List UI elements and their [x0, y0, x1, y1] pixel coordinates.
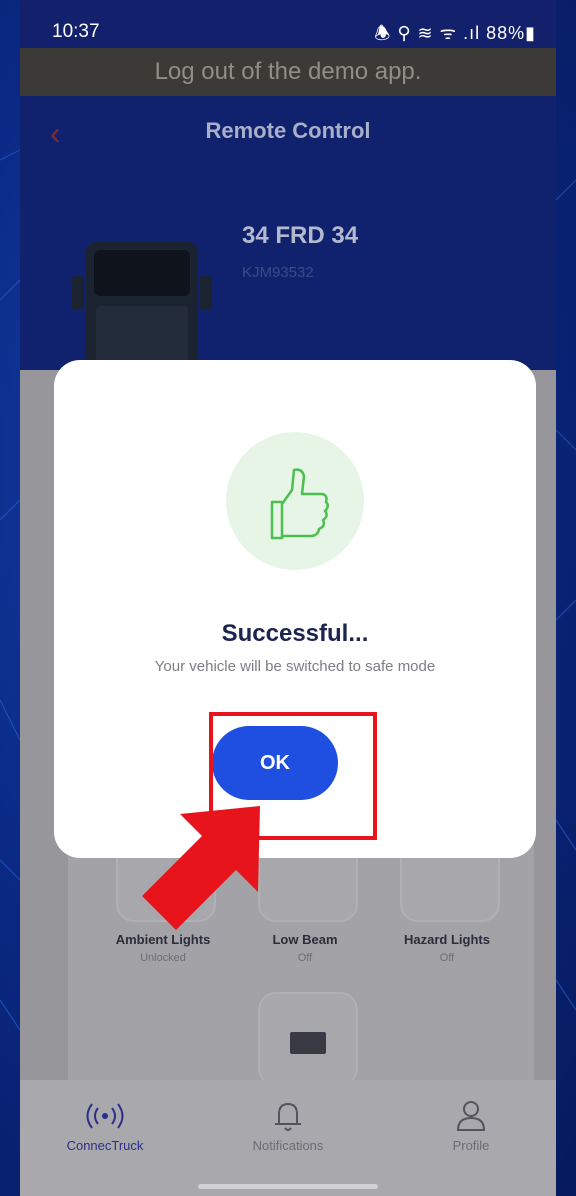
dialog-message: Your vehicle will be switched to safe mo… — [154, 658, 436, 675]
nav-notifications[interactable]: Notifications — [203, 1096, 373, 1153]
status-indicators: 🕭 ⚲ ≋ ᯤ .ıl 88%▮ — [374, 23, 536, 43]
remote-control-header: ‹ Remote Control 34 FRD 34 KJM93532 — [20, 96, 556, 370]
tile-status-low-beam: Off — [297, 952, 313, 964]
status-time: 10:37 — [52, 21, 100, 42]
trailer-icon — [290, 1032, 326, 1054]
nav-label-notifications: Notifications — [252, 1138, 324, 1153]
vehicle-vin: KJM93532 — [242, 264, 314, 281]
phone-screen: 10:37 🕭 ⚲ ≋ ᯤ .ıl 88%▮ Log out of the de… — [20, 0, 556, 1196]
vehicle-plate: 34 FRD 34 — [242, 222, 359, 249]
nav-profile[interactable]: Profile — [386, 1096, 556, 1153]
tile-label-low-beam: Low Beam — [272, 932, 338, 947]
tile-label-hazard-lights: Hazard Lights — [404, 932, 490, 947]
demo-logout-banner[interactable]: Log out of the demo app. — [20, 48, 556, 96]
home-indicator — [198, 1184, 378, 1189]
broadcast-icon — [86, 1103, 124, 1129]
nav-label-connectruck: ConnecTruck — [66, 1138, 144, 1153]
tile-status-ambient-lights: Unlocked — [140, 952, 186, 964]
tile-trailer[interactable] — [258, 992, 358, 1086]
nav-label-profile: Profile — [452, 1138, 490, 1153]
bottom-navigation: ConnecTruck Notifications Profile — [20, 1080, 556, 1196]
dialog-heading: Successful... — [221, 620, 369, 647]
tile-label-ambient-lights: Ambient Lights — [115, 932, 211, 947]
tile-status-hazard-lights: Off — [439, 952, 455, 964]
thumbs-up-icon — [270, 468, 329, 540]
annotation-highlight-box — [209, 712, 377, 840]
nav-connectruck[interactable]: ConnecTruck — [20, 1096, 190, 1153]
thumb-circle — [226, 432, 364, 570]
page-title: Remote Control — [205, 118, 371, 143]
user-icon — [456, 1101, 486, 1131]
bell-icon — [275, 1102, 301, 1131]
demo-banner-text: Log out of the demo app. — [154, 58, 422, 85]
truck-image — [72, 242, 212, 370]
